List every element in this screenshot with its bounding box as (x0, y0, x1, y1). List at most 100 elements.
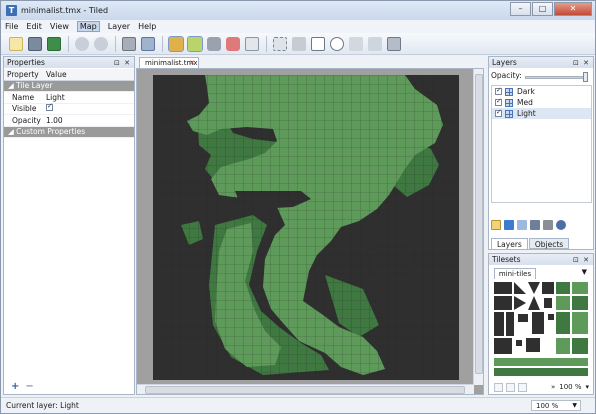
remove-property-button[interactable]: − (25, 382, 33, 392)
stamp-brush-icon[interactable] (168, 35, 184, 52)
properties-panel-header: Properties ⊡ ✕ (4, 57, 134, 68)
panel-controls[interactable]: ⊡ ✕ (573, 59, 590, 67)
eraser-icon[interactable] (226, 36, 240, 51)
insert-polyline-icon[interactable] (368, 36, 382, 51)
column-value: Value (46, 69, 67, 79)
group-tile-layer[interactable]: ◢ Tile Layer (4, 80, 134, 92)
menu-help[interactable]: Help (138, 22, 156, 31)
horizontal-scrollbar[interactable] (137, 384, 474, 394)
tilesets-panel: Tilesets ⊡ ✕ mini-tiles ▼ » 100 % ▾ (488, 253, 594, 395)
insert-polygon-icon[interactable] (349, 36, 363, 51)
toolbar-separator (162, 35, 163, 52)
open-file-icon[interactable] (28, 36, 42, 51)
tile-map-canvas[interactable] (153, 75, 459, 380)
undo-icon[interactable] (75, 36, 89, 51)
scroll-thumb[interactable] (145, 386, 465, 394)
panel-controls[interactable]: ⊡ ✕ (114, 59, 131, 67)
add-layer-icon[interactable] (491, 220, 501, 230)
visible-checkbox[interactable] (46, 102, 53, 112)
layers-objects-tabs: Layers Objects (491, 238, 570, 249)
menu-map[interactable]: Map (76, 21, 100, 32)
tileset-zoom[interactable]: » 100 % ▾ (551, 383, 589, 391)
layer-row-med[interactable]: Med (492, 97, 591, 108)
add-property-button[interactable]: + (11, 382, 19, 392)
scroll-thumb[interactable] (475, 74, 483, 374)
property-key: Opacity (12, 115, 41, 125)
property-table-header: Property Value (4, 69, 134, 81)
insert-ellipse-icon[interactable] (330, 36, 344, 51)
layer-visibility-checkbox[interactable] (495, 108, 502, 117)
move-layer-down-icon[interactable] (517, 220, 527, 230)
property-key: Name (12, 92, 35, 102)
menu-view[interactable]: View (50, 22, 69, 31)
new-tileset-icon[interactable] (494, 382, 503, 392)
tile-layer-icon (505, 98, 513, 107)
layer-list: Dark Med Light (491, 85, 592, 203)
property-value[interactable]: 1.00 (46, 116, 134, 125)
select-objects-icon[interactable] (292, 36, 306, 51)
tileset-map-icon[interactable] (141, 36, 155, 51)
menu-file[interactable]: File (5, 22, 18, 31)
zoom-select[interactable]: 100 % ▼ (531, 400, 581, 411)
layer-toolbar (491, 220, 569, 230)
close-button[interactable]: ✕ (554, 2, 592, 16)
chevron-down-icon[interactable]: ▼ (572, 401, 577, 411)
menu-edit[interactable]: Edit (26, 22, 42, 31)
opacity-slider[interactable] (525, 72, 588, 82)
tileset-zoom-value[interactable]: 100 % (559, 383, 581, 391)
tileset-dropdown-icon[interactable]: ▼ (582, 268, 587, 276)
tilesets-panel-header: Tilesets ⊡ ✕ (489, 254, 593, 265)
bucket-fill-icon[interactable] (207, 36, 221, 51)
tiled-app-icon: T (6, 5, 17, 16)
chevron-down-icon[interactable]: ▾ (585, 383, 589, 391)
layers-title: Layers (492, 58, 517, 67)
insert-rectangle-icon[interactable] (311, 36, 325, 51)
toggle-other-layers-icon[interactable] (556, 220, 566, 230)
import-tileset-icon[interactable] (506, 382, 515, 392)
group-custom-properties[interactable]: ◢ Custom Properties (4, 126, 134, 138)
slider-handle[interactable] (583, 72, 588, 82)
layer-name: Dark (517, 87, 535, 96)
map-editor[interactable] (136, 68, 484, 395)
insert-tile-icon[interactable] (387, 36, 401, 51)
redo-icon[interactable] (94, 36, 108, 51)
vertical-scrollbar[interactable] (473, 69, 483, 385)
select-tiles-icon[interactable] (273, 36, 287, 51)
duplicate-layer-icon[interactable] (530, 220, 540, 230)
tileset-tab-mini-tiles[interactable]: mini-tiles (494, 268, 536, 279)
maximize-button[interactable]: □ (532, 2, 553, 16)
layer-visibility-checkbox[interactable] (495, 97, 502, 106)
minimize-button[interactable]: – (510, 2, 531, 16)
move-layer-up-icon[interactable] (504, 220, 514, 230)
title-bar[interactable]: T minimalist.tmx - Tiled – □ ✕ (1, 1, 595, 20)
property-opacity-row[interactable]: Opacity 1.00 (4, 115, 134, 127)
layer-row-dark[interactable]: Dark (492, 86, 591, 97)
command-icon[interactable] (122, 36, 136, 51)
layer-visibility-checkbox[interactable] (495, 86, 502, 95)
delete-layer-icon[interactable] (543, 220, 553, 230)
property-name-row[interactable]: Name Light (4, 92, 134, 104)
tab-layers[interactable]: Layers (491, 238, 528, 249)
tilesets-title: Tilesets (492, 255, 521, 264)
new-file-icon[interactable] (9, 36, 23, 51)
property-value[interactable]: Light (46, 93, 134, 102)
layer-name: Med (517, 98, 533, 107)
menu-layer[interactable]: Layer (108, 22, 130, 31)
property-visible-row[interactable]: Visible (4, 102, 134, 115)
close-tab-icon[interactable]: ✕ (189, 58, 195, 68)
tileset-view[interactable] (492, 280, 590, 378)
group-label: ◢ Tile Layer (8, 81, 53, 91)
tab-minimalist-tmx[interactable]: minimalist.tmx ✕ (139, 57, 199, 68)
save-icon[interactable] (47, 36, 61, 51)
export-tileset-icon[interactable] (518, 382, 527, 392)
rect-select-icon[interactable] (245, 36, 259, 51)
terrain-brush-icon[interactable] (187, 35, 203, 52)
tab-objects[interactable]: Objects (528, 238, 570, 249)
layer-row-light[interactable]: Light (492, 108, 591, 119)
zoom-value: 100 % (536, 402, 559, 410)
property-key: Visible (12, 104, 37, 114)
opacity-label: Opacity: (491, 71, 522, 80)
properties-panel: Properties ⊡ ✕ Property Value ◢ Tile Lay… (3, 56, 135, 395)
tile-grid (153, 75, 459, 380)
panel-controls[interactable]: ⊡ ✕ (573, 256, 590, 264)
